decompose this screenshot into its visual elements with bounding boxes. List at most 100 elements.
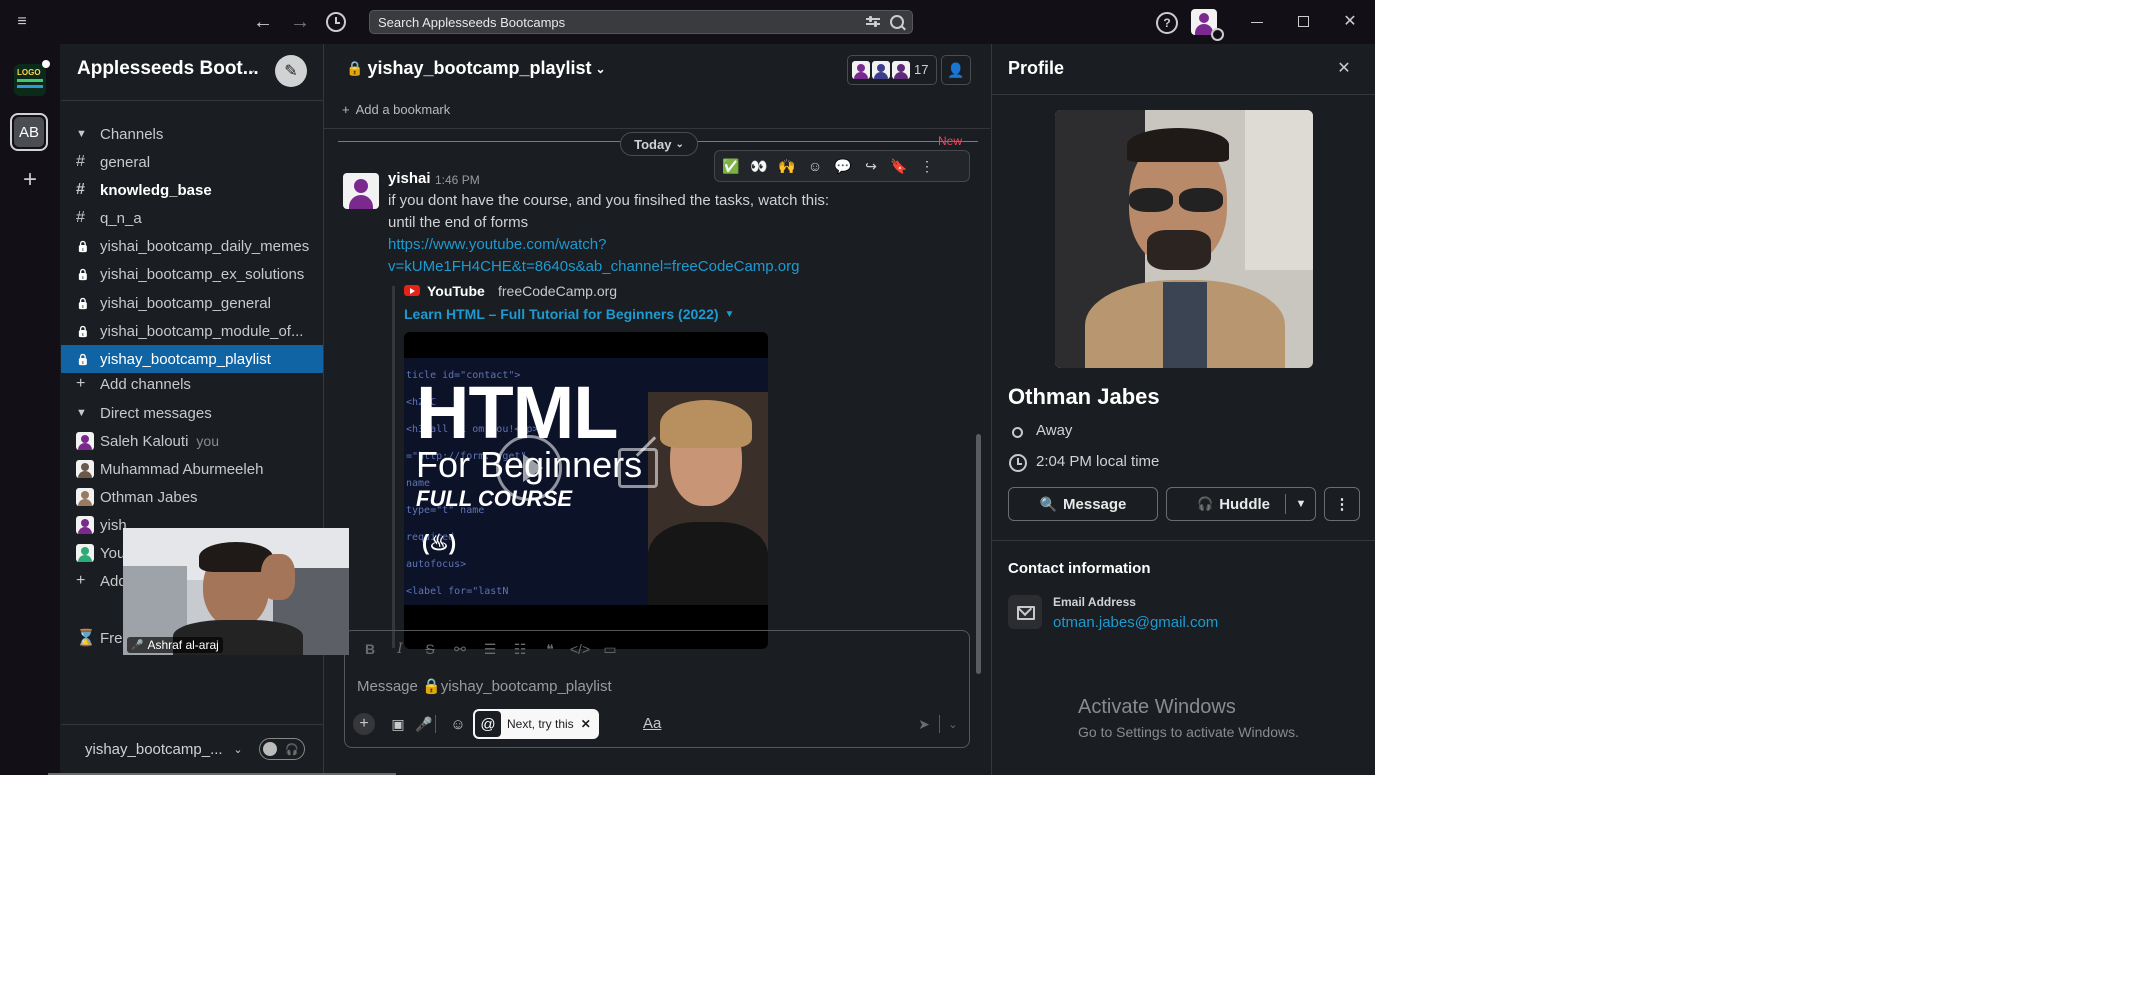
emoji-icon[interactable]: ☺ (447, 713, 469, 735)
send-options-icon[interactable]: ⌄ (945, 715, 961, 733)
member-count: 17 (914, 62, 929, 77)
sidebar-item-channel[interactable]: 🔒 yishai_bootcamp_module_of... (61, 317, 323, 345)
quick-reaction-button[interactable]: ✅ (717, 152, 745, 180)
profile-photo[interactable] (1055, 110, 1313, 368)
share-icon[interactable]: ↪ (857, 152, 885, 180)
attach-plus-icon[interactable]: + (353, 713, 375, 735)
bold-icon[interactable]: B (355, 637, 385, 661)
message-author[interactable]: yishai (388, 170, 431, 187)
sidebar-item-channel[interactable]: 🔒 yishai_bootcamp_daily_memes (61, 233, 323, 261)
email-link[interactable]: otman.jabes@gmail.com (1053, 614, 1218, 631)
add-bookmark-button[interactable]: + Add a bookmark (342, 102, 450, 117)
message-button[interactable]: 🔍 Message (1008, 487, 1158, 521)
slack-window: ≡ ← → Search Applesseeds Bootcamps ? ✕ L… (0, 0, 1375, 775)
close-tip-icon[interactable]: ✕ (581, 717, 591, 731)
help-icon[interactable]: ? (1156, 12, 1178, 34)
add-channels-button[interactable]: + Add channels (61, 370, 323, 398)
member-avatar (892, 61, 910, 79)
date-divider-button[interactable]: Today ⌄ (620, 132, 698, 156)
avatar (76, 488, 94, 506)
bulleted-list-icon[interactable]: ☷ (505, 637, 535, 661)
menu-icon[interactable]: ≡ (12, 12, 32, 32)
chevron-down-icon[interactable]: ⌄ (245, 62, 259, 76)
chevron-down-icon[interactable]: ▼ (1291, 494, 1311, 514)
channel-title[interactable]: 🔒 yishay_bootcamp_playlist ⌄ (346, 58, 606, 79)
reply-thread-icon[interactable]: 💬 (829, 152, 857, 180)
huddle-toggle[interactable]: 🎧 (259, 738, 305, 760)
italic-icon[interactable]: I (385, 637, 415, 661)
message-input[interactable]: Message 🔒yishay_bootcamp_playlist (357, 677, 947, 695)
add-member-icon[interactable]: 👤 (941, 55, 971, 85)
sidebar-item-dm[interactable]: Muhammad Aburmeeleh (61, 455, 323, 483)
back-arrow-icon[interactable]: ← (250, 10, 276, 34)
email-icon (1008, 595, 1042, 629)
formatting-toggle-icon[interactable]: Aa (643, 715, 661, 732)
workspace-switch-button[interactable]: AB (10, 113, 48, 151)
sidebar-item-dm[interactable]: Othman Jabes (61, 483, 323, 511)
message-time[interactable]: 1:46 PM (435, 173, 480, 187)
sidebar-item-channel[interactable]: 🔒 yishai_bootcamp_ex_solutions (61, 261, 323, 289)
search-input[interactable]: Search Applesseeds Bootcamps (369, 10, 913, 34)
member-avatar (852, 61, 870, 79)
search-icon[interactable] (890, 15, 906, 31)
sidebar-item-channel[interactable]: 🔒 yishai_bootcamp_general (61, 289, 323, 317)
link-icon[interactable]: ⚯ (445, 637, 475, 661)
microphone-icon[interactable]: 🎤 (413, 713, 435, 735)
message-link[interactable]: v=kUMe1FH4CHE&t=8640s&ab_channel=freeCod… (388, 258, 799, 275)
video-thumbnail[interactable]: ticle id="contact"> <h2>C <h3>all 1i om yo… (404, 332, 768, 649)
ordered-list-icon[interactable]: ☰ (475, 637, 505, 661)
close-window-icon[interactable]: ✕ (1342, 12, 1358, 30)
mention-icon[interactable]: @ (475, 711, 501, 737)
filter-icon[interactable] (866, 16, 880, 28)
quick-reaction-button[interactable]: 👀 (745, 152, 773, 180)
dm-section-header[interactable]: ▼ Direct messages (61, 399, 323, 427)
embed-title-link[interactable]: Learn HTML – Full Tutorial for Beginners… (404, 306, 734, 322)
forward-arrow-icon[interactable]: → (287, 10, 313, 34)
chevron-down-icon[interactable]: ⌄ (231, 742, 245, 756)
minimize-icon[interactable] (1251, 22, 1263, 23)
open-external-icon[interactable] (618, 436, 658, 488)
code-line: <label for="lastN (406, 586, 509, 597)
compose-icon[interactable]: ✎ (275, 55, 307, 87)
history-icon[interactable] (326, 12, 346, 32)
blockquote-icon[interactable]: ❝ (535, 637, 565, 661)
video-clip-icon[interactable]: ▣ (387, 713, 409, 735)
search-placeholder: Search Applesseeds Bootcamps (378, 15, 566, 30)
send-icon[interactable]: ➤ (913, 713, 935, 735)
sidebar-item-channel[interactable]: # knowledg_base (61, 176, 323, 204)
add-workspace-icon[interactable]: + (18, 166, 42, 193)
code-block-icon[interactable]: ▭ (595, 637, 625, 661)
sidebar-item-channel[interactable]: # general (61, 148, 323, 176)
huddle-channel-name[interactable]: yishay_bootcamp_... (85, 741, 223, 758)
search-bubble-icon: 🔍 (1039, 495, 1058, 512)
huddle-button[interactable]: 🎧 Huddle ▼ (1166, 487, 1316, 521)
more-actions-icon[interactable]: ⋮ (913, 152, 941, 180)
bookmark-icon[interactable]: 🔖 (885, 152, 913, 180)
hash-icon: # (76, 153, 85, 170)
quick-reaction-button[interactable]: 🙌 (773, 152, 801, 180)
members-button[interactable]: 17 (847, 55, 937, 85)
channels-section-header[interactable]: ▼ Channels (61, 120, 323, 148)
sidebar-item-dm[interactable]: Saleh Kalouti you (61, 427, 323, 455)
huddle-video[interactable]: 🎤 Ashraf al-araj (123, 528, 349, 655)
windows-watermark-title: Activate Windows (1078, 696, 1236, 718)
hash-icon: # (76, 209, 85, 227)
sidebar-item-channel[interactable]: # q_n_a (61, 204, 323, 232)
add-reaction-icon[interactable]: ☺ (801, 152, 829, 180)
logo-text: LOGO (17, 68, 41, 77)
more-options-icon[interactable]: ⋮ (1324, 487, 1360, 521)
code-icon[interactable]: </> (565, 637, 595, 661)
restore-icon[interactable] (1298, 16, 1309, 27)
scrollbar[interactable] (976, 434, 981, 674)
strikethrough-icon[interactable]: S (415, 637, 445, 661)
avatar[interactable] (343, 173, 379, 209)
message-link[interactable]: https://www.youtube.com/watch? (388, 236, 606, 253)
horizontal-scrollbar[interactable] (48, 773, 396, 775)
close-icon[interactable]: ✕ (1334, 58, 1354, 78)
channel-view: 🔒 yishay_bootcamp_playlist ⌄ 17 👤 + Add … (324, 44, 990, 775)
workspace-logo[interactable]: LOGO (14, 64, 46, 96)
workspace-name[interactable]: Applesseeds Boot... (77, 58, 259, 80)
play-icon[interactable] (496, 435, 562, 501)
sidebar-item-label: yishai_bootcamp_general (100, 294, 271, 312)
hash-icon: # (76, 181, 85, 199)
